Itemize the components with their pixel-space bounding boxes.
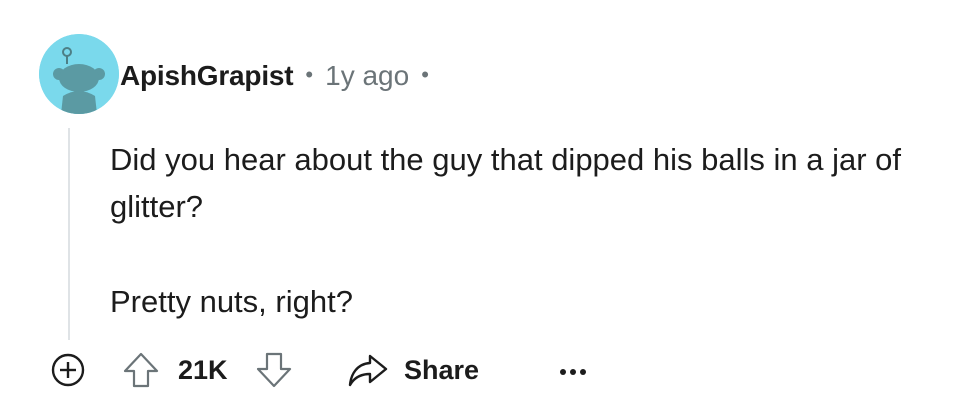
avatar[interactable] (39, 34, 119, 114)
timestamp[interactable]: 1y ago (325, 60, 409, 92)
share-button[interactable]: Share (346, 348, 479, 392)
share-label: Share (404, 354, 480, 385)
expand-button[interactable] (48, 348, 88, 392)
more-options-button[interactable] (556, 348, 590, 392)
upvote-button[interactable] (120, 348, 162, 392)
comment-paragraph: Pretty nuts, right? (110, 284, 353, 319)
meta-separator-trailing: • (421, 62, 429, 87)
vote-count-label: 21K (178, 354, 228, 385)
arrow-up-icon (120, 349, 162, 391)
comment-paragraph: Did you hear about the guy that dipped h… (110, 142, 902, 224)
arrow-down-icon (253, 349, 295, 391)
comment-actions: 21K Share (48, 348, 648, 392)
downvote-button[interactable] (253, 348, 295, 392)
meta-separator: • (305, 62, 314, 87)
comment-meta: ApishGrapist • 1y ago • (120, 56, 441, 96)
plus-circle-icon (48, 350, 88, 390)
ellipsis-icon (556, 350, 590, 390)
username[interactable]: ApishGrapist (120, 60, 294, 92)
thread-line[interactable] (68, 128, 70, 340)
share-arrow-icon (346, 350, 390, 390)
vote-count: 21K (178, 348, 228, 392)
comment-body: Did you hear about the guy that dipped h… (110, 136, 970, 325)
snoo-avatar-icon (39, 34, 119, 114)
